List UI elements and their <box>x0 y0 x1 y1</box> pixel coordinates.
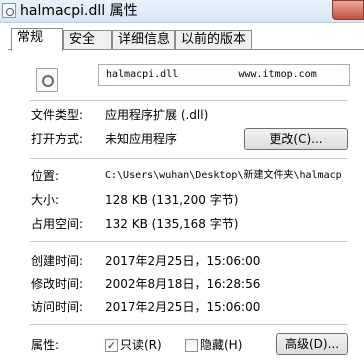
accessed-label: 访问时间: <box>31 300 84 314</box>
advanced-button[interactable]: 高级(D)... <box>276 333 348 355</box>
divider <box>30 324 348 325</box>
check-icon: ✓ <box>106 339 117 352</box>
tab-details[interactable]: 详细信息 <box>112 30 175 50</box>
readonly-label: 只读(R) <box>120 338 162 352</box>
tab-previous-versions[interactable]: 以前的版本 <box>175 30 252 50</box>
open-with-value: 未知应用程序 <box>105 132 178 146</box>
file-type-icon <box>36 68 58 92</box>
readonly-checkbox[interactable]: ✓ <box>105 339 118 352</box>
accessed-value: 2017年2月25日，15:06:00 <box>105 300 261 314</box>
tab-security[interactable]: 安全 <box>63 30 112 50</box>
tab-general[interactable]: 常规 <box>11 28 63 51</box>
file-name-field[interactable]: halmacpi.dll www.itmop.com <box>98 64 350 86</box>
file-type-label: 文件类型: <box>31 108 84 122</box>
change-button[interactable]: 更改(C)... <box>244 128 348 150</box>
file-type-value: 应用程序扩展 (.dll) <box>105 108 209 122</box>
hidden-label: 隐藏(H) <box>200 338 243 352</box>
dll-file-icon <box>2 3 16 18</box>
modified-value: 2002年8月18日，16:28:56 <box>105 277 261 291</box>
size-label: 大小: <box>31 193 60 207</box>
location-value: C:\Users\wuhan\Desktop\新建文件夹\halmacp <box>105 170 342 181</box>
window-title: halmacpi.dll 属性 <box>20 3 138 19</box>
created-value: 2017年2月25日，15:06:00 <box>105 254 261 268</box>
size-on-disk-value: 132 KB (135,168 字节) <box>105 217 239 231</box>
hidden-checkbox[interactable] <box>185 339 198 352</box>
modified-label: 修改时间: <box>31 277 84 291</box>
attributes-label: 属性: <box>31 338 60 352</box>
divider <box>30 158 348 159</box>
tab-strip: 常规 安全 详细信息 以前的版本 <box>0 28 364 51</box>
divider <box>30 100 348 101</box>
created-label: 创建时间: <box>31 254 84 268</box>
open-with-label: 打开方式: <box>31 132 84 146</box>
close-button[interactable] <box>332 0 364 20</box>
divider <box>30 241 348 242</box>
size-on-disk-label: 占用空间: <box>31 217 84 231</box>
title-bar: halmacpi.dll 属性 <box>0 0 364 23</box>
location-label: 位置: <box>31 169 60 183</box>
size-value: 128 KB (131,200 字节) <box>105 193 239 207</box>
